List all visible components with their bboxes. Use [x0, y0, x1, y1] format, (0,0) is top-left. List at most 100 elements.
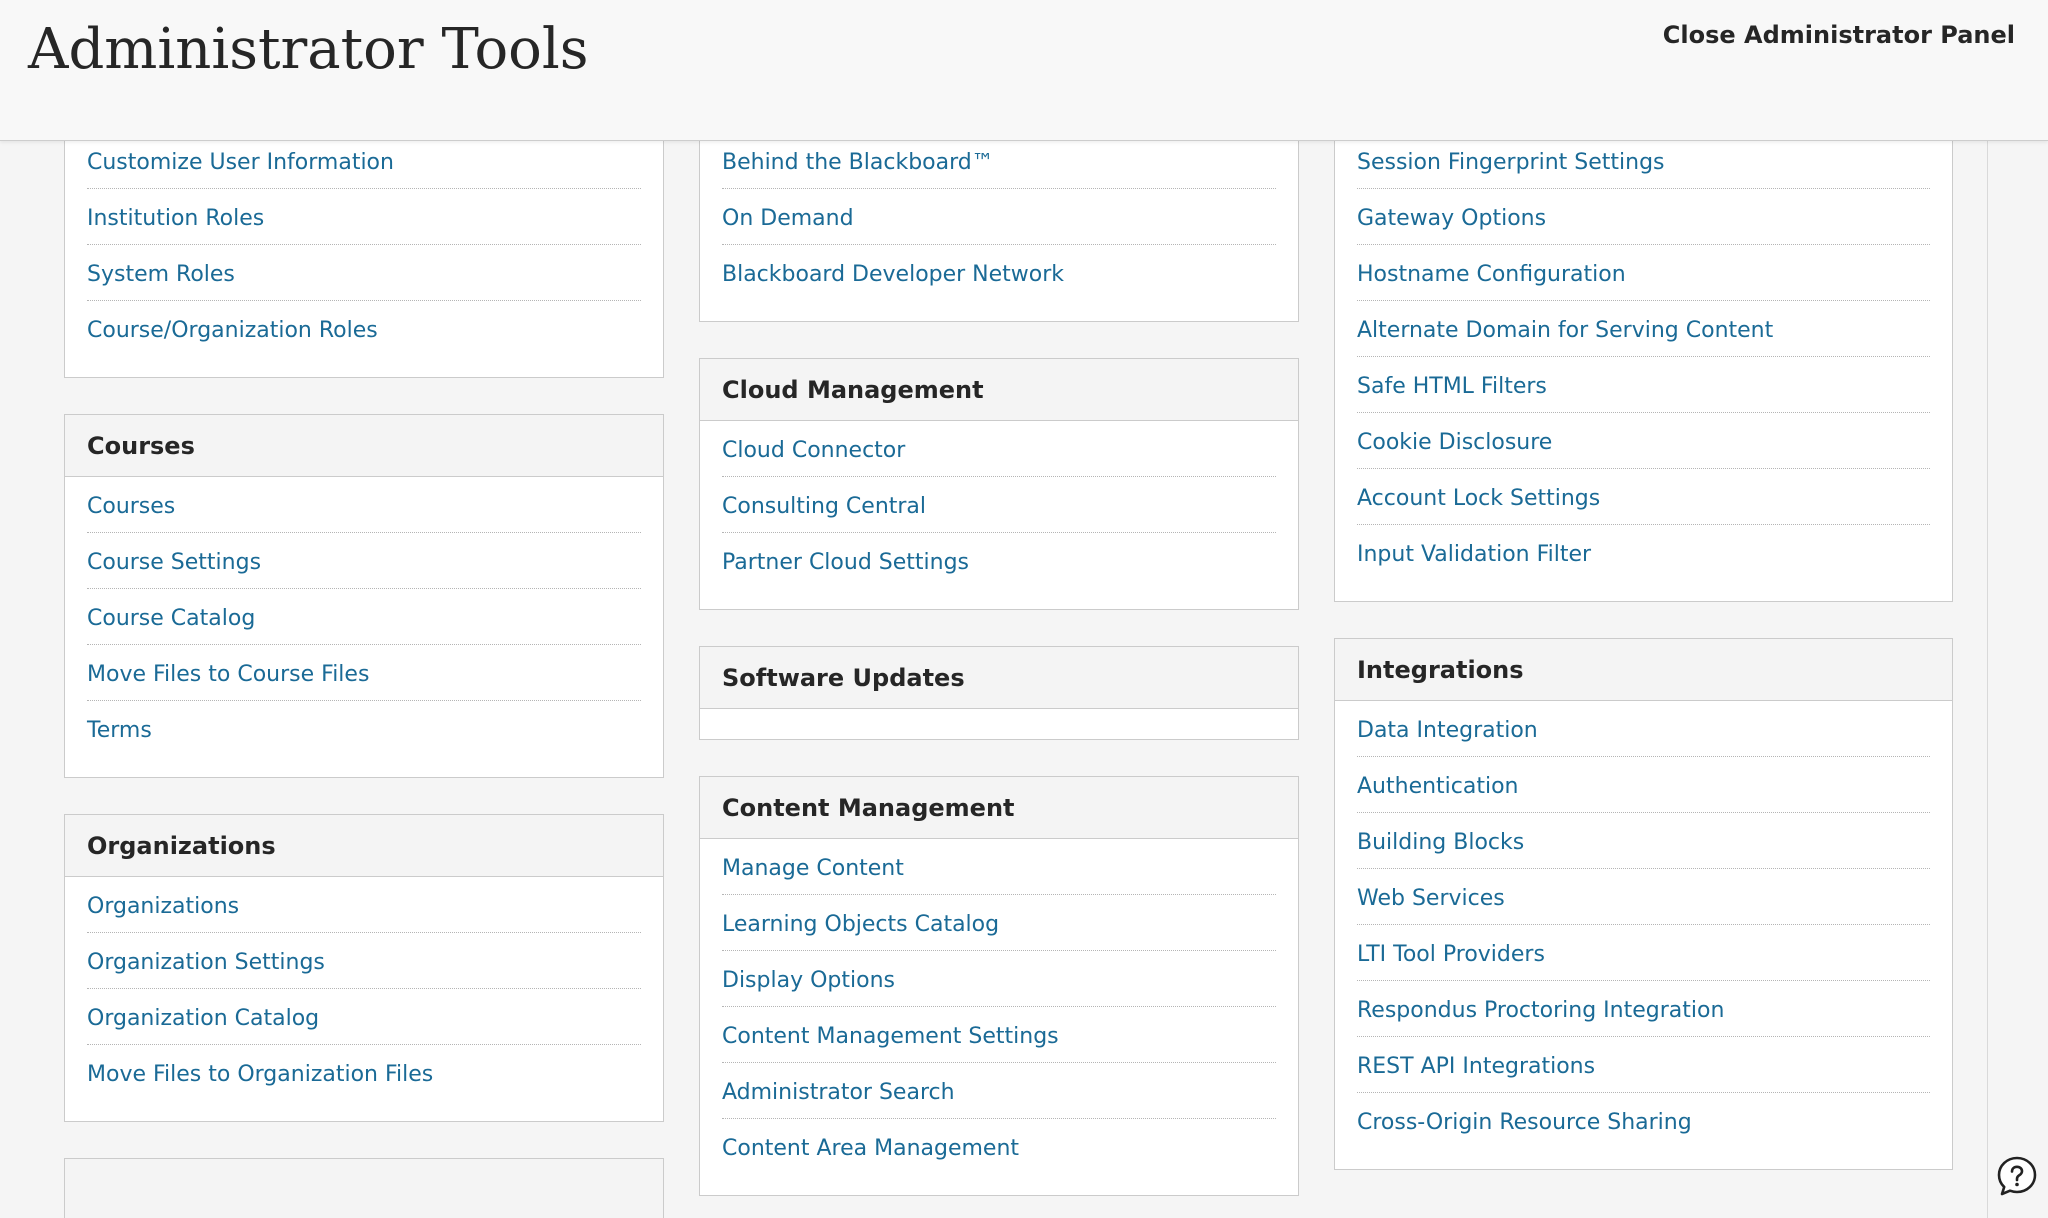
list-item: Cross-Origin Resource Sharing [1357, 1093, 1930, 1149]
link-system-roles[interactable]: System Roles [87, 245, 641, 303]
link-course-settings[interactable]: Course Settings [87, 533, 641, 591]
admin-column-2: Behind the Blackboard™ On Demand Blackbo… [699, 141, 1299, 1218]
list-item: Administrator Search [722, 1063, 1276, 1119]
link-cross-origin-resource-sharing[interactable]: Cross-Origin Resource Sharing [1357, 1093, 1930, 1151]
list-item: Data Integration [1357, 701, 1930, 757]
list-item: Partner Cloud Settings [722, 533, 1276, 589]
list-item: Courses [87, 477, 641, 533]
list-item: LTI Tool Providers [1357, 925, 1930, 981]
panel-community: Behind the Blackboard™ On Demand Blackbo… [699, 141, 1299, 322]
link-authentication[interactable]: Authentication [1357, 757, 1930, 815]
list-item: Respondus Proctoring Integration [1357, 981, 1930, 1037]
list-item: Course/Organization Roles [87, 301, 641, 357]
page-title: Administrator Tools [28, 17, 589, 82]
link-behind-the-blackboard[interactable]: Behind the Blackboard™ [722, 141, 1276, 191]
admin-column-3: Session Fingerprint Settings Gateway Opt… [1334, 141, 1953, 1206]
link-on-demand[interactable]: On Demand [722, 189, 1276, 247]
list-item: Institution Roles [87, 189, 641, 245]
link-session-fingerprint-settings[interactable]: Session Fingerprint Settings [1357, 141, 1930, 191]
help-icon[interactable] [1996, 1155, 2038, 1197]
link-alternate-domain[interactable]: Alternate Domain for Serving Content [1357, 301, 1930, 359]
list-item: Content Area Management [722, 1119, 1276, 1175]
list-item: Building Blocks [1357, 813, 1930, 869]
link-account-lock-settings[interactable]: Account Lock Settings [1357, 469, 1930, 527]
link-move-files-to-course-files[interactable]: Move Files to Course Files [87, 645, 641, 703]
link-organization-settings[interactable]: Organization Settings [87, 933, 641, 991]
link-rest-api-integrations[interactable]: REST API Integrations [1357, 1037, 1930, 1095]
link-respondus-proctoring-integration[interactable]: Respondus Proctoring Integration [1357, 981, 1930, 1039]
link-data-integration[interactable]: Data Integration [1357, 701, 1930, 759]
link-institution-roles[interactable]: Institution Roles [87, 189, 641, 247]
link-web-services[interactable]: Web Services [1357, 869, 1930, 927]
panel-organizations: Organizations Organizations Organization… [64, 814, 664, 1122]
scroll-region-divider [1987, 141, 1988, 1218]
panel-users: Customize User Information Institution R… [64, 141, 664, 378]
panel-title: Content Management [722, 794, 1015, 822]
link-building-blocks[interactable]: Building Blocks [1357, 813, 1930, 871]
panel-software-updates-header: Software Updates [700, 647, 1298, 709]
panel-title: Courses [87, 432, 195, 460]
link-blackboard-developer-network[interactable]: Blackboard Developer Network [722, 245, 1276, 303]
link-consulting-central[interactable]: Consulting Central [722, 477, 1276, 535]
panel-organizations-header: Organizations [65, 815, 663, 877]
link-course-catalog[interactable]: Course Catalog [87, 589, 641, 647]
panel-community-links: Behind the Blackboard™ On Demand Blackbo… [722, 141, 1276, 321]
link-content-management-settings[interactable]: Content Management Settings [722, 1007, 1276, 1065]
panel-title: Software Updates [722, 664, 965, 692]
list-item: Alternate Domain for Serving Content [1357, 301, 1930, 357]
list-item: Organizations [87, 877, 641, 933]
panel-courses-header: Courses [65, 415, 663, 477]
link-display-options[interactable]: Display Options [722, 951, 1276, 1009]
list-item: Content Management Settings [722, 1007, 1276, 1063]
link-courses[interactable]: Courses [87, 477, 641, 535]
panel-organizations-links: Organizations Organization Settings Orga… [65, 877, 663, 1121]
link-move-files-to-organization-files[interactable]: Move Files to Organization Files [87, 1045, 641, 1103]
list-item: Safe HTML Filters [1357, 357, 1930, 413]
link-partner-cloud-settings[interactable]: Partner Cloud Settings [722, 533, 1276, 591]
link-gateway-options[interactable]: Gateway Options [1357, 189, 1930, 247]
panel-cloud-management: Cloud Management Cloud Connector Consult… [699, 358, 1299, 610]
link-content-area-management[interactable]: Content Area Management [722, 1119, 1276, 1177]
list-item: Account Lock Settings [1357, 469, 1930, 525]
close-admin-panel-button[interactable]: Close Administrator Panel [1663, 17, 2015, 53]
list-item: Cookie Disclosure [1357, 413, 1930, 469]
panel-security: Session Fingerprint Settings Gateway Opt… [1334, 141, 1953, 602]
link-hostname-configuration[interactable]: Hostname Configuration [1357, 245, 1930, 303]
link-cloud-connector[interactable]: Cloud Connector [722, 421, 1276, 479]
link-terms[interactable]: Terms [87, 701, 641, 759]
list-item: Authentication [1357, 757, 1930, 813]
panel-next-partial [64, 1158, 664, 1218]
admin-column-1: Customize User Information Institution R… [64, 141, 664, 1218]
list-item: Move Files to Organization Files [87, 1045, 641, 1101]
panel-content-management: Content Management Manage Content Learni… [699, 776, 1299, 1196]
link-course-organization-roles[interactable]: Course/Organization Roles [87, 301, 641, 359]
list-item: On Demand [722, 189, 1276, 245]
link-lti-tool-providers[interactable]: LTI Tool Providers [1357, 925, 1930, 983]
list-item: REST API Integrations [1357, 1037, 1930, 1093]
list-item: Manage Content [722, 839, 1276, 895]
link-manage-content[interactable]: Manage Content [722, 839, 1276, 897]
list-item: Blackboard Developer Network [722, 245, 1276, 301]
panel-integrations-header: Integrations [1335, 639, 1952, 701]
link-organizations[interactable]: Organizations [87, 877, 641, 935]
list-item: Gateway Options [1357, 189, 1930, 245]
list-item: Behind the Blackboard™ [722, 141, 1276, 189]
panel-next-header [65, 1159, 663, 1218]
panel-content-management-header: Content Management [700, 777, 1298, 839]
link-organization-catalog[interactable]: Organization Catalog [87, 989, 641, 1047]
panel-cloud-management-links: Cloud Connector Consulting Central Partn… [700, 421, 1298, 609]
admin-header: Administrator Tools Close Administrator … [0, 0, 2048, 141]
link-safe-html-filters[interactable]: Safe HTML Filters [1357, 357, 1930, 415]
list-item: Input Validation Filter [1357, 525, 1930, 581]
panel-content-management-links: Manage Content Learning Objects Catalog … [700, 839, 1298, 1195]
link-learning-objects-catalog[interactable]: Learning Objects Catalog [722, 895, 1276, 953]
panel-title: Organizations [87, 832, 276, 860]
admin-content: Customize User Information Institution R… [0, 141, 2048, 1218]
link-administrator-search[interactable]: Administrator Search [722, 1063, 1276, 1121]
link-customize-user-information[interactable]: Customize User Information [87, 141, 641, 191]
list-item: Terms [87, 701, 641, 757]
list-item: Web Services [1357, 869, 1930, 925]
link-cookie-disclosure[interactable]: Cookie Disclosure [1357, 413, 1930, 471]
list-item: Cloud Connector [722, 421, 1276, 477]
link-input-validation-filter[interactable]: Input Validation Filter [1357, 525, 1930, 583]
